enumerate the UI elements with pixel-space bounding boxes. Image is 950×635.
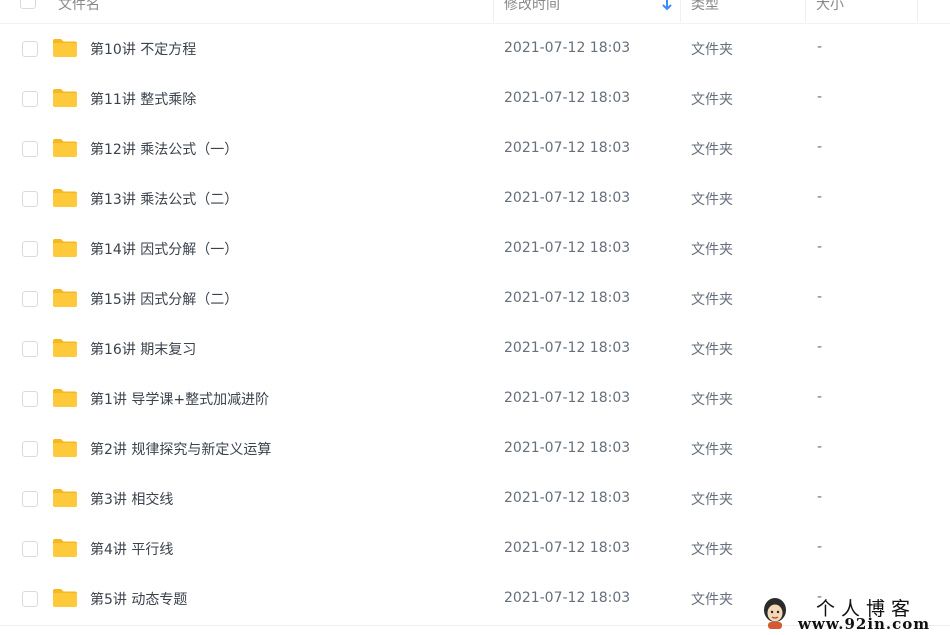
file-type: 文件夹 xyxy=(691,392,733,408)
file-type: 文件夹 xyxy=(691,592,733,608)
folder-icon[interactable] xyxy=(52,238,78,258)
file-type: 文件夹 xyxy=(691,292,733,308)
table-row[interactable]: 第10讲 不定方程 2021-07-12 18:03 文件夹 - xyxy=(0,24,950,74)
file-list: 第10讲 不定方程 2021-07-12 18:03 文件夹 - 第11讲 整式乘除 20… xyxy=(0,24,950,624)
watermark: 个人博客 www.92in.com xyxy=(758,594,950,635)
folder-icon[interactable] xyxy=(52,188,78,208)
table-row[interactable]: 第4讲 平行线 2021-07-12 18:03 文件夹 - xyxy=(0,524,950,574)
table-row[interactable]: 第2讲 规律探究与新定义运算 2021-07-12 18:03 文件夹 - xyxy=(0,424,950,474)
table-row[interactable]: 第14讲 因式分解（一） 2021-07-12 18:03 文件夹 - xyxy=(0,224,950,274)
file-type: 文件夹 xyxy=(691,342,733,358)
column-header-name[interactable]: 文件名 xyxy=(48,0,100,24)
file-size: - xyxy=(817,189,823,205)
table-row[interactable]: 第11讲 整式乘除 2021-07-12 18:03 文件夹 - xyxy=(0,74,950,124)
file-name-link[interactable]: 第16讲 期末复习 xyxy=(90,339,196,359)
folder-icon[interactable] xyxy=(52,538,78,558)
modified-time: 2021-07-12 18:03 xyxy=(504,540,631,556)
file-name-link[interactable]: 第1讲 导学课+整式加减进阶 xyxy=(90,389,269,409)
row-checkbox[interactable] xyxy=(22,391,38,407)
folder-icon[interactable] xyxy=(52,38,78,58)
file-name-link[interactable]: 第14讲 因式分解（一） xyxy=(90,239,238,259)
row-checkbox[interactable] xyxy=(22,291,38,307)
file-size: - xyxy=(817,439,823,455)
folder-icon[interactable] xyxy=(52,438,78,458)
file-size: - xyxy=(817,139,823,155)
file-size: - xyxy=(817,289,823,305)
table-row[interactable]: 第3讲 相交线 2021-07-12 18:03 文件夹 - xyxy=(0,474,950,524)
column-header-modified[interactable]: 修改时间 xyxy=(494,0,560,24)
table-row[interactable]: 第15讲 因式分解（二） 2021-07-12 18:03 文件夹 - xyxy=(0,274,950,324)
file-name-link[interactable]: 第2讲 规律探究与新定义运算 xyxy=(90,439,271,459)
file-type: 文件夹 xyxy=(691,192,733,208)
file-type: 文件夹 xyxy=(691,442,733,458)
table-row[interactable]: 第13讲 乘法公式（二） 2021-07-12 18:03 文件夹 - xyxy=(0,174,950,224)
column-header-type[interactable]: 类型 xyxy=(681,0,719,24)
file-size: - xyxy=(817,539,823,555)
folder-icon[interactable] xyxy=(52,388,78,408)
file-size: - xyxy=(817,489,823,505)
file-list-header: 文件名 修改时间 类型 大小 xyxy=(0,0,950,24)
table-row[interactable]: 第1讲 导学课+整式加减进阶 2021-07-12 18:03 文件夹 - xyxy=(0,374,950,424)
table-row[interactable]: 第12讲 乘法公式（一） 2021-07-12 18:03 文件夹 - xyxy=(0,124,950,174)
file-name-link[interactable]: 第5讲 动态专题 xyxy=(90,589,187,609)
modified-time: 2021-07-12 18:03 xyxy=(504,40,631,56)
file-type: 文件夹 xyxy=(691,492,733,508)
file-size: - xyxy=(817,339,823,355)
modified-time: 2021-07-12 18:03 xyxy=(504,390,631,406)
modified-time: 2021-07-12 18:03 xyxy=(504,340,631,356)
watermark-url: www.92in.com xyxy=(798,615,931,633)
file-size: - xyxy=(817,89,823,105)
row-checkbox[interactable] xyxy=(22,341,38,357)
avatar-icon xyxy=(764,598,786,629)
file-name-link[interactable]: 第3讲 相交线 xyxy=(90,489,173,509)
folder-icon[interactable] xyxy=(52,488,78,508)
file-size: - xyxy=(817,239,823,255)
row-checkbox[interactable] xyxy=(22,441,38,457)
folder-icon[interactable] xyxy=(52,338,78,358)
folder-icon[interactable] xyxy=(52,138,78,158)
table-row[interactable]: 第16讲 期末复习 2021-07-12 18:03 文件夹 - xyxy=(0,324,950,374)
file-name-link[interactable]: 第10讲 不定方程 xyxy=(90,39,196,59)
row-checkbox[interactable] xyxy=(22,591,38,607)
file-type: 文件夹 xyxy=(691,242,733,258)
row-checkbox[interactable] xyxy=(22,491,38,507)
file-name-link[interactable]: 第11讲 整式乘除 xyxy=(90,89,196,109)
column-divider[interactable] xyxy=(917,0,918,22)
file-type: 文件夹 xyxy=(691,542,733,558)
modified-time: 2021-07-12 18:03 xyxy=(504,290,631,306)
file-name-link[interactable]: 第12讲 乘法公式（一） xyxy=(90,139,238,159)
folder-icon[interactable] xyxy=(52,88,78,108)
file-name-link[interactable]: 第4讲 平行线 xyxy=(90,539,173,559)
modified-time: 2021-07-12 18:03 xyxy=(504,140,631,156)
arrow-down-icon[interactable] xyxy=(661,0,673,11)
modified-time: 2021-07-12 18:03 xyxy=(504,90,631,106)
row-checkbox[interactable] xyxy=(22,41,38,57)
modified-time: 2021-07-12 18:03 xyxy=(504,190,631,206)
row-checkbox[interactable] xyxy=(22,91,38,107)
file-name-link[interactable]: 第15讲 因式分解（二） xyxy=(90,289,238,309)
file-size: - xyxy=(817,39,823,55)
file-size: - xyxy=(817,389,823,405)
folder-icon[interactable] xyxy=(52,288,78,308)
file-type: 文件夹 xyxy=(691,92,733,108)
modified-time: 2021-07-12 18:03 xyxy=(504,490,631,506)
modified-time: 2021-07-12 18:03 xyxy=(504,240,631,256)
file-name-link[interactable]: 第13讲 乘法公式（二） xyxy=(90,189,238,209)
row-checkbox[interactable] xyxy=(22,541,38,557)
folder-icon[interactable] xyxy=(52,588,78,608)
row-checkbox[interactable] xyxy=(22,141,38,157)
modified-time: 2021-07-12 18:03 xyxy=(504,590,631,606)
row-checkbox[interactable] xyxy=(22,241,38,257)
select-all-checkbox[interactable] xyxy=(20,0,36,9)
row-checkbox[interactable] xyxy=(22,191,38,207)
modified-time: 2021-07-12 18:03 xyxy=(504,440,631,456)
column-header-size[interactable]: 大小 xyxy=(806,0,844,24)
file-type: 文件夹 xyxy=(691,42,733,58)
file-type: 文件夹 xyxy=(691,142,733,158)
